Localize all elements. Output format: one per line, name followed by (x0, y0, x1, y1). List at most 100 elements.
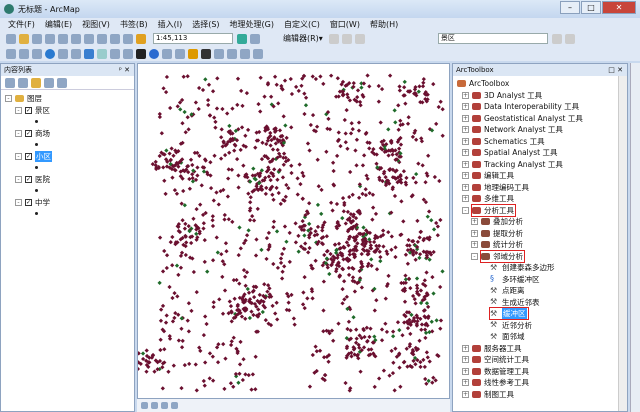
close-button[interactable]: ✕ (602, 1, 636, 14)
delete-icon[interactable] (97, 33, 107, 44)
expand-icon[interactable]: + (462, 103, 469, 111)
toolbox-item[interactable]: § 多环缓冲区 (457, 274, 627, 286)
expand-icon[interactable]: + (462, 160, 469, 168)
toolbox-item[interactable]: + 服务器工具 (457, 343, 627, 355)
layout-view-icon[interactable] (151, 402, 158, 409)
editor-menu[interactable]: 编辑器(R)▾ (283, 33, 323, 44)
toolbox-item[interactable]: + Tracking Analyst 工具 (457, 159, 627, 171)
list-by-selection-icon[interactable] (44, 77, 54, 88)
toolbox-item[interactable]: + Data Interoperability 工具 (457, 101, 627, 113)
toolbox-root[interactable]: ArcToolbox (457, 78, 627, 90)
collapse-icon[interactable]: - (15, 129, 22, 137)
toolbox-item[interactable]: + Schematics 工具 (457, 136, 627, 148)
layer-visibility-checkbox[interactable]: ✓ (25, 198, 32, 206)
editor-toolbar-icon[interactable] (237, 33, 247, 44)
expand-icon[interactable]: + (462, 379, 469, 387)
expand-icon[interactable]: + (462, 195, 469, 203)
select-elements-icon[interactable] (136, 48, 146, 59)
open-icon[interactable] (19, 33, 29, 44)
collapse-icon[interactable]: - (462, 206, 469, 214)
expand-icon[interactable]: + (462, 344, 469, 352)
fixed-zoom-in-icon[interactable] (58, 48, 68, 59)
toolbox-item[interactable]: + 制图工具 (457, 389, 627, 401)
identify-icon[interactable] (149, 48, 159, 59)
html-popup-icon[interactable] (175, 48, 185, 59)
back-icon[interactable] (84, 48, 94, 59)
expand-icon[interactable]: + (462, 367, 469, 375)
layer-visibility-checkbox[interactable]: ✓ (25, 175, 32, 183)
expand-icon[interactable]: + (462, 126, 469, 134)
menu-item[interactable]: 自定义(C) (284, 18, 320, 31)
scale-input[interactable]: 1:45,113 (153, 33, 233, 44)
toolbox-item[interactable]: + 线性参考工具 (457, 377, 627, 389)
toolbox-item[interactable]: ⚒ 创建泰森多边形 (457, 262, 627, 274)
toolbox-item[interactable]: + 编辑工具 (457, 170, 627, 182)
expand-icon[interactable]: + (462, 356, 469, 364)
clear-selection-icon[interactable] (123, 48, 133, 59)
find-icon[interactable] (201, 48, 211, 59)
menu-item[interactable]: 地理处理(G) (230, 18, 274, 31)
expand-icon[interactable]: + (462, 91, 469, 99)
layer-visibility-checkbox[interactable]: ✓ (25, 129, 32, 137)
collapse-icon[interactable]: - (15, 152, 22, 160)
toc-layer[interactable]: - ✓ 商场 (5, 128, 134, 140)
time-slider-icon[interactable] (240, 48, 250, 59)
collapse-icon[interactable]: - (15, 198, 22, 206)
select-features-icon[interactable] (110, 48, 120, 59)
menu-item[interactable]: 视图(V) (82, 18, 110, 31)
save-icon[interactable] (32, 33, 42, 44)
expand-icon[interactable]: + (462, 172, 469, 180)
toolbox-item[interactable]: - 邻域分析 (457, 249, 627, 263)
menu-item[interactable]: 帮助(H) (370, 18, 398, 31)
menu-item[interactable]: 插入(I) (158, 18, 183, 31)
collapse-icon[interactable]: - (471, 252, 478, 260)
sketch-icon[interactable] (341, 33, 352, 44)
layer-visibility-checkbox[interactable]: ✓ (25, 106, 32, 114)
toolbox-scrollbar[interactable] (618, 76, 627, 411)
options-icon[interactable] (57, 77, 67, 88)
layer-visibility-checkbox[interactable]: ✓ (25, 152, 32, 160)
collapse-icon[interactable]: - (15, 106, 22, 114)
map-canvas[interactable] (133, 64, 449, 398)
layer-name[interactable]: 景区 (35, 105, 50, 116)
expand-icon[interactable]: + (462, 390, 469, 398)
expand-icon[interactable]: + (471, 241, 478, 249)
toc-close-button[interactable]: ᵖ ✕ (119, 64, 130, 76)
fixed-zoom-out-icon[interactable] (71, 48, 81, 59)
pause-drawing-icon[interactable] (171, 402, 178, 409)
zoom-in-icon[interactable] (6, 48, 16, 59)
go-to-xy-icon[interactable] (227, 48, 237, 59)
list-by-drawing-order-icon[interactable] (5, 77, 15, 88)
paste-icon[interactable] (84, 33, 94, 44)
copy-icon[interactable] (71, 33, 81, 44)
expand-icon[interactable]: + (462, 114, 469, 122)
map-view[interactable] (133, 63, 450, 399)
toolbox-item[interactable]: + Geostatistical Analyst 工具 (457, 113, 627, 125)
toolbox-item[interactable]: + 数据管理工具 (457, 366, 627, 378)
full-extent-icon[interactable] (45, 48, 55, 59)
toolbox-item[interactable]: ⚒ 生成近邻表 (457, 297, 627, 309)
toc-root[interactable]: - 图层 (5, 93, 134, 105)
arctoolbox-close-button[interactable]: □ ✕ (608, 64, 623, 76)
expand-icon[interactable]: + (471, 218, 478, 226)
redo-icon[interactable] (123, 33, 133, 44)
maximize-button[interactable]: □ (581, 1, 601, 14)
new-icon[interactable] (6, 33, 16, 44)
refresh-icon[interactable] (161, 402, 168, 409)
effects-icon[interactable] (564, 33, 575, 44)
toc-layer[interactable]: - ✓ 景区 (5, 105, 134, 117)
expand-icon[interactable]: + (471, 229, 478, 237)
hyperlink-icon[interactable] (162, 48, 172, 59)
toolbox-item[interactable]: - 分析工具 (457, 203, 627, 217)
menu-item[interactable]: 编辑(E) (45, 18, 72, 31)
layer-name[interactable]: 商场 (35, 128, 50, 139)
menu-item[interactable]: 窗口(W) (330, 18, 360, 31)
edit-tool-icon[interactable] (328, 33, 339, 44)
zoom-out-icon[interactable] (19, 48, 29, 59)
toolbox-item[interactable]: ⚒ 缓冲区 (457, 307, 627, 321)
toolbox-item[interactable]: ⚒ 点距离 (457, 285, 627, 297)
toolbox-item[interactable]: ⚒ 面邻域 (457, 331, 627, 343)
toolbox-item[interactable]: +3D Analyst 工具 (457, 90, 627, 102)
toc-layer[interactable]: - ✓ 小区 (5, 150, 134, 163)
toolbox-item[interactable]: ⚒ 近邻分析 (457, 320, 627, 332)
